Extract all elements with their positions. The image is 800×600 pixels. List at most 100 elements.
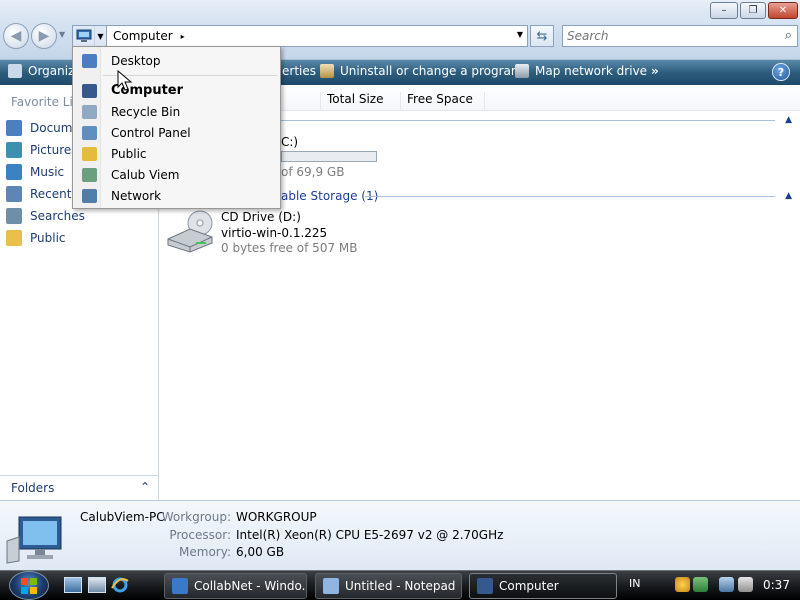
folder-icon xyxy=(6,120,22,136)
display-icon[interactable] xyxy=(719,577,734,592)
favorite-link-label: Pictures xyxy=(30,143,78,157)
properties-label: erties xyxy=(282,64,316,78)
organize-button[interactable]: Organize xyxy=(8,64,82,78)
favorite-links-header: Favorite Lin xyxy=(11,95,81,109)
switch-windows-icon[interactable] xyxy=(88,577,106,593)
folder-icon xyxy=(6,186,22,202)
show-desktop-icon[interactable] xyxy=(64,577,82,593)
refresh-button[interactable]: ⇆ xyxy=(530,25,554,47)
dropdown-item[interactable]: Recycle Bin xyxy=(73,101,280,122)
minimize-button[interactable]: – xyxy=(710,2,738,19)
removable-storage-header: able Storage (1) xyxy=(281,189,379,203)
memory-label: Memory: xyxy=(179,545,231,559)
search-icon[interactable]: ⌕ xyxy=(785,28,792,43)
column-free-space[interactable]: Free Space xyxy=(400,92,485,110)
taskbar-button-label: CollabNet - Windo... xyxy=(194,579,307,593)
language-indicator[interactable]: IN xyxy=(629,577,640,590)
uninstall-label: Uninstall or change a program xyxy=(340,64,523,78)
maximize-icon: ❐ xyxy=(748,4,758,16)
favorite-link[interactable]: Music xyxy=(6,164,64,180)
back-button[interactable]: ◀ xyxy=(3,23,29,49)
column-total-size[interactable]: Total Size xyxy=(320,92,400,110)
dropdown-item[interactable]: Public xyxy=(73,143,280,164)
dropdown-item[interactable]: Network xyxy=(73,185,280,206)
security-shield-icon[interactable] xyxy=(675,577,690,592)
favorite-link[interactable]: Recently xyxy=(6,186,82,202)
more-commands-button[interactable]: » xyxy=(651,64,659,78)
address-bar[interactable]: ▼ Computer ▸ ▼ xyxy=(72,25,528,47)
dropdown-item-label: Network xyxy=(111,188,162,203)
dropdown-item-label: Public xyxy=(111,146,147,161)
dropdown-item[interactable]: Desktop xyxy=(73,50,280,71)
dropdown-item-label: Desktop xyxy=(111,53,161,68)
location-icon xyxy=(82,83,97,98)
favorite-link[interactable]: Searches xyxy=(6,208,85,224)
help-button[interactable]: ? xyxy=(772,63,790,81)
dropdown-item[interactable]: Control Panel xyxy=(73,122,280,143)
app-icon xyxy=(477,578,493,594)
dropdown-item[interactable]: Calub Viem xyxy=(73,164,280,185)
volume-muted-icon[interactable] xyxy=(738,577,753,592)
app-icon xyxy=(172,578,188,594)
chevron-up-icon: ⌃ xyxy=(139,480,150,494)
location-icon xyxy=(82,188,97,203)
internet-explorer-icon[interactable] xyxy=(111,577,129,593)
dropdown-item-label: Calub Viem xyxy=(111,167,180,182)
clock[interactable]: 0:37 xyxy=(763,578,790,592)
address-computer-icon[interactable] xyxy=(73,26,95,46)
map-network-drive-button[interactable]: Map network drive xyxy=(515,64,647,78)
address-text[interactable]: Computer xyxy=(113,29,173,43)
programs-icon xyxy=(320,64,334,78)
cd-drive-name[interactable]: CD Drive (D:) xyxy=(221,210,301,224)
address-history-dropdown-icon[interactable]: ▼ xyxy=(517,30,523,39)
search-input[interactable] xyxy=(563,26,763,46)
favorite-link[interactable]: Public xyxy=(6,230,66,246)
computer-icon xyxy=(6,516,62,564)
hard-disk-name[interactable]: C:) xyxy=(281,135,298,149)
taskbar-button[interactable]: Untitled - Notepad xyxy=(315,573,462,599)
workgroup-value: WORKGROUP xyxy=(236,510,317,524)
location-icon xyxy=(82,53,97,68)
search-box[interactable]: ⌕ xyxy=(562,25,798,47)
cd-drive-icon[interactable] xyxy=(166,209,214,253)
folders-toggle[interactable]: Folders ⌃ xyxy=(0,475,158,500)
taskbar-button[interactable]: CollabNet - Windo... xyxy=(164,573,307,599)
favorite-link-label: Music xyxy=(30,165,65,179)
uninstall-button[interactable]: Uninstall or change a program xyxy=(320,64,523,78)
network-drive-icon xyxy=(515,64,529,78)
favorite-link[interactable]: Pictures xyxy=(6,142,78,158)
chevron-down-icon[interactable]: ▼ xyxy=(95,26,107,46)
breadcrumb-separator-icon[interactable]: ▸ xyxy=(181,32,185,41)
favorite-link-label: Public xyxy=(30,231,66,245)
processor-value: Intel(R) Xeon(R) CPU E5-2697 v2 @ 2.70GH… xyxy=(236,528,504,542)
removable-group-divider xyxy=(365,196,775,197)
help-icon: ? xyxy=(777,65,785,79)
dropdown-item[interactable]: Computer xyxy=(73,80,280,101)
processor-label: Processor: xyxy=(169,528,231,542)
dropdown-item-label: Recycle Bin xyxy=(111,104,181,119)
cd-drive-volume-label: virtio-win-0.1.225 xyxy=(221,226,328,240)
maximize-button[interactable]: ❐ xyxy=(740,2,766,19)
hdd-group-collapse-icon[interactable]: ▲ xyxy=(785,115,792,125)
location-icon xyxy=(82,104,97,119)
removable-group-collapse-icon[interactable]: ▲ xyxy=(785,191,792,201)
location-icon xyxy=(82,167,97,182)
forward-arrow-icon: ▶ xyxy=(38,28,50,44)
folders-label: Folders xyxy=(11,481,55,495)
back-arrow-icon: ◀ xyxy=(10,28,22,44)
properties-button[interactable]: erties xyxy=(282,64,316,78)
hard-disk-free-space: of 69,9 GB xyxy=(281,165,345,179)
close-button[interactable]: ✕ xyxy=(768,2,798,19)
start-button[interactable] xyxy=(9,571,49,600)
taskbar-button[interactable]: Computer xyxy=(469,573,617,599)
favorite-link[interactable]: Docume xyxy=(6,120,80,136)
network-status-icon[interactable] xyxy=(693,577,708,592)
forward-button[interactable]: ▶ xyxy=(31,23,57,49)
folder-icon xyxy=(6,208,22,224)
recent-pages-dropdown[interactable]: ▼ xyxy=(59,30,65,39)
organize-icon xyxy=(8,64,22,78)
address-dropdown-menu: Desktop Computer Recycle Bin Control Panel P… xyxy=(72,46,281,209)
taskbar-button-label: Untitled - Notepad xyxy=(345,579,456,593)
mouse-cursor-icon xyxy=(117,70,133,91)
more-chevron-icon: » xyxy=(651,64,659,78)
